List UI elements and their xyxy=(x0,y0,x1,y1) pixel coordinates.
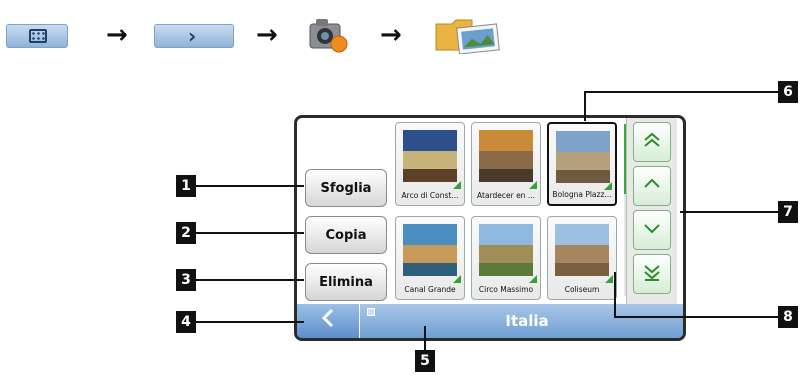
scroll-top-button[interactable] xyxy=(633,122,671,162)
location-dot xyxy=(367,308,375,316)
selection-marker-icon xyxy=(604,182,612,190)
callout-7: 7 xyxy=(778,201,798,223)
arrow-right-icon: → xyxy=(380,20,402,50)
photo-image xyxy=(479,224,533,276)
photo-caption: Canal Grande xyxy=(404,285,456,294)
callout-1: 1 xyxy=(176,175,196,197)
selection-marker-icon xyxy=(453,275,461,283)
callout-5: 5 xyxy=(415,350,435,372)
location-label: Italia xyxy=(505,312,549,330)
photo-thumbnail[interactable]: Atardecer en ... xyxy=(471,122,541,206)
scroll-up-button[interactable] xyxy=(633,166,671,206)
photo-thumbnail[interactable]: Coliseum xyxy=(547,216,617,300)
arrow-right-icon: → xyxy=(106,20,128,50)
next-button: › xyxy=(154,24,234,48)
double-chevron-down-icon xyxy=(643,263,661,286)
photo-caption: Coliseum xyxy=(564,285,600,294)
selection-marker-icon xyxy=(529,275,537,283)
callout-3: 3 xyxy=(176,269,196,291)
photo-thumbnail[interactable]: Canal Grande xyxy=(395,216,465,300)
main-menu-button xyxy=(6,24,68,48)
callout-line-6v xyxy=(584,91,586,121)
bottom-bar: Italia xyxy=(297,304,683,338)
photo-thumbnail[interactable]: Circo Massimo xyxy=(471,216,541,300)
selection-marker-icon xyxy=(529,181,537,189)
scroll-down-button[interactable] xyxy=(633,210,671,250)
photo-browser-screen: Sfoglia Copia Elimina Arco di Const... At… xyxy=(294,115,686,341)
callout-2: 2 xyxy=(176,222,196,244)
callout-line-6h xyxy=(584,91,778,93)
callout-line-3 xyxy=(196,279,304,281)
photo-caption: Arco di Const... xyxy=(401,191,459,200)
photo-caption: Atardecer en ... xyxy=(477,191,535,200)
photo-caption: Bologna Plazz... xyxy=(552,190,612,199)
camera-icon xyxy=(306,14,352,56)
photo-thumbnail[interactable]: Arco di Const... xyxy=(395,122,465,206)
scroll-panel xyxy=(626,118,677,304)
photo-image xyxy=(403,130,457,182)
callout-line-5 xyxy=(424,326,426,350)
photo-image xyxy=(403,224,457,276)
delete-button[interactable]: Elimina xyxy=(305,263,387,301)
back-button[interactable] xyxy=(297,304,360,338)
callout-line-2 xyxy=(196,232,304,234)
chevron-up-icon xyxy=(643,175,661,198)
callout-line-7 xyxy=(680,211,778,213)
browse-button[interactable]: Sfoglia xyxy=(305,169,387,207)
next-arrow-icon: › xyxy=(188,24,197,48)
copy-button[interactable]: Copia xyxy=(305,216,387,254)
photo-thumbnail[interactable]: Bologna Plazz... xyxy=(547,122,617,206)
callout-line-1 xyxy=(196,185,304,187)
callout-4: 4 xyxy=(176,311,196,333)
scroll-bottom-button[interactable] xyxy=(633,254,671,294)
callout-8: 8 xyxy=(778,306,798,328)
folder-photo-icon xyxy=(432,16,502,55)
photo-image xyxy=(555,224,609,276)
photo-caption: Circo Massimo xyxy=(478,285,534,294)
callout-line-8v xyxy=(614,272,616,318)
main-menu-icon xyxy=(29,29,47,43)
back-chevron-icon xyxy=(320,308,336,334)
selection-marker-icon xyxy=(453,181,461,189)
chevron-down-icon xyxy=(643,219,661,242)
callout-6: 6 xyxy=(778,81,798,103)
selection-marker-icon xyxy=(605,275,613,283)
arrow-right-icon: → xyxy=(256,20,278,50)
photo-image xyxy=(479,130,533,182)
callout-line-8h xyxy=(614,316,778,318)
photo-image xyxy=(556,131,610,183)
callout-line-4 xyxy=(196,321,304,323)
double-chevron-up-icon xyxy=(643,131,661,154)
